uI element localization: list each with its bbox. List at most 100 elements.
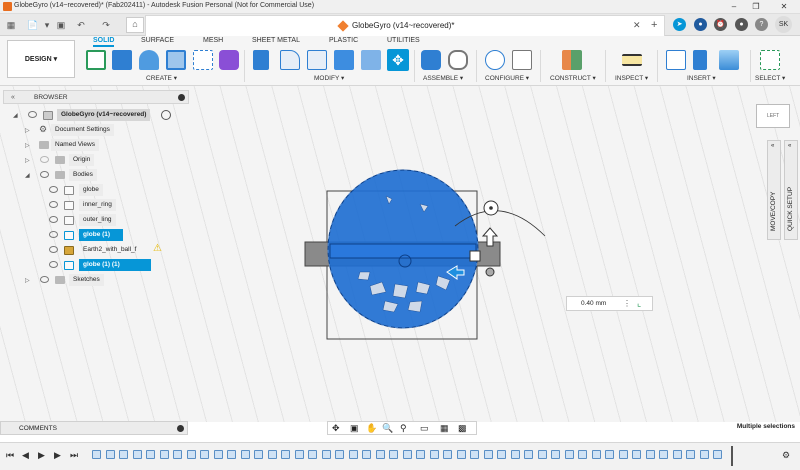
timeline-feature-icon[interactable] — [119, 450, 128, 459]
tree-item-label[interactable]: Bodies — [69, 169, 97, 181]
expand-panel-icon[interactable]: « — [788, 143, 791, 149]
play-icon[interactable]: ▶ — [38, 450, 45, 461]
new-component-icon[interactable] — [421, 50, 441, 70]
browser-options-icon[interactable] — [178, 94, 185, 101]
save-icon[interactable]: ▣ — [54, 19, 68, 31]
activate-radio-icon[interactable] — [161, 110, 171, 120]
restore-button[interactable]: ❐ — [746, 1, 766, 13]
insert-mcmaster-icon[interactable] — [693, 50, 707, 70]
insert-group-label[interactable]: INSERT ▾ — [687, 74, 716, 82]
tree-item-label[interactable]: globe (1) (1) — [79, 259, 151, 271]
tab-solid[interactable]: SOLID — [93, 37, 115, 47]
timeline-feature-icon[interactable] — [537, 450, 547, 459]
hidden-eye-icon[interactable] — [40, 156, 49, 163]
file-icon[interactable]: 📄 — [26, 19, 40, 31]
visibility-eye-icon[interactable] — [40, 171, 49, 178]
shell-icon[interactable] — [334, 50, 354, 70]
timeline-feature-icon[interactable] — [348, 450, 358, 459]
tab-sheet-metal[interactable]: SHEET METAL — [252, 37, 300, 44]
timeline-feature-icon[interactable] — [362, 450, 371, 459]
workspace-switcher[interactable]: DESIGN ▾ — [7, 40, 75, 78]
tree-root[interactable]: ◢ GlobeGyro (v14~recovered) — [13, 109, 189, 122]
new-tab-icon[interactable]: + — [651, 19, 657, 31]
timeline-feature-icon[interactable] — [146, 450, 155, 459]
home-icon[interactable]: ⌂ — [126, 17, 144, 33]
construct-group-label[interactable]: CONSTRUCT ▾ — [550, 74, 596, 82]
add-comment-icon[interactable] — [177, 425, 184, 432]
minimize-button[interactable]: – — [724, 1, 744, 13]
timeline-feature-icon[interactable] — [227, 450, 236, 459]
chamfer-icon[interactable] — [307, 50, 327, 70]
timeline-feature-icon[interactable] — [173, 450, 182, 459]
tab-plastic[interactable]: PLASTIC — [329, 37, 358, 44]
free-move-handle[interactable] — [485, 267, 495, 277]
document-tab[interactable]: GlobeGyro (v14~recovered)* ✕ + — [145, 15, 665, 36]
timeline-feature-icon[interactable] — [564, 450, 574, 459]
timeline-feature-icon[interactable] — [105, 450, 115, 459]
measure-icon[interactable] — [622, 54, 642, 66]
timeline-feature-icon[interactable] — [254, 450, 263, 459]
timeline-feature-icon[interactable] — [200, 450, 209, 459]
timeline-feature-icon[interactable] — [92, 450, 101, 459]
configure-group-label[interactable]: CONFIGURE ▾ — [485, 74, 529, 82]
timeline-feature-icon[interactable] — [132, 450, 142, 459]
axis-orientation-icon[interactable]: ⌞ — [637, 298, 641, 309]
tree-item-document-settings[interactable]: ▷ ⚙ Document Settings — [25, 124, 185, 137]
step-back-icon[interactable]: ◀ — [22, 450, 29, 461]
visibility-eye-icon[interactable] — [40, 276, 49, 283]
fit-icon[interactable]: ⚲ — [400, 423, 407, 434]
tree-item-label[interactable]: globe (1) — [79, 229, 123, 241]
tab-utilities[interactable]: UTILITIES — [387, 37, 420, 44]
revolve-icon[interactable] — [139, 50, 159, 70]
timeline-marker[interactable] — [731, 446, 733, 466]
insert-canvas-icon[interactable] — [719, 50, 739, 70]
tree-item-label[interactable]: inner_ring — [79, 199, 116, 211]
tree-item-label[interactable]: Sketches — [69, 274, 104, 286]
create-group-label[interactable]: CREATE ▾ — [146, 74, 177, 82]
undo-icon[interactable]: ↶ — [74, 19, 88, 31]
timeline-feature-icon[interactable] — [429, 450, 439, 459]
display-settings-icon[interactable]: ▭ — [420, 423, 429, 434]
tree-item-label[interactable]: Origin — [69, 154, 95, 166]
timeline-feature-icon[interactable] — [443, 450, 452, 459]
more-options-icon[interactable]: ⋮ — [623, 299, 631, 308]
tab-surface[interactable]: SURFACE — [141, 37, 174, 44]
configure-icon[interactable] — [485, 50, 505, 70]
visibility-eye-icon[interactable] — [49, 216, 58, 223]
profile-icon[interactable]: ● — [735, 18, 748, 31]
viewcube[interactable]: LEFT — [756, 104, 790, 128]
timeline-feature-icon[interactable] — [686, 450, 695, 459]
tree-item-label[interactable]: Earth2_with_ball_f — [79, 244, 140, 256]
timeline-feature-icon[interactable] — [645, 450, 655, 459]
timeline-feature-icon[interactable] — [483, 450, 493, 459]
go-to-start-icon[interactable]: ⏮ — [6, 450, 14, 461]
timeline-feature-icon[interactable] — [240, 450, 250, 459]
timeline-feature-icon[interactable] — [632, 450, 641, 459]
expand-arrow-icon[interactable]: ▷ — [25, 127, 30, 134]
timeline-settings-icon[interactable]: ⚙ — [782, 450, 790, 461]
tree-item-label[interactable]: globe — [79, 184, 103, 196]
tree-item-body[interactable]: outer_ling — [49, 214, 185, 227]
comments-panel[interactable]: COMMENTS — [0, 421, 188, 435]
timeline-feature-icon[interactable] — [497, 450, 506, 459]
distance-value[interactable]: 0.40 mm — [581, 300, 606, 307]
expand-panel-icon[interactable]: « — [771, 143, 774, 149]
combine-icon[interactable] — [361, 50, 381, 70]
tree-item-named-views[interactable]: ▷ Named Views — [25, 139, 185, 152]
timeline-feature-icon[interactable] — [713, 450, 722, 459]
timeline-feature-icon[interactable] — [524, 450, 533, 459]
quick-setup-panel[interactable]: « QUICK SETUP — [784, 140, 798, 240]
tree-item-body[interactable]: inner_ring — [49, 199, 185, 212]
timeline-feature-icon[interactable] — [672, 450, 682, 459]
tree-item-sketches[interactable]: ▷ Sketches — [25, 274, 185, 287]
collapse-browser-icon[interactable]: « — [6, 92, 20, 104]
extensions-icon[interactable]: ● — [694, 18, 707, 31]
create-sketch-icon[interactable] — [86, 50, 106, 70]
redo-icon[interactable]: ↷ — [99, 19, 113, 31]
timeline-feature-icon[interactable] — [159, 450, 169, 459]
orbit-icon[interactable]: ✥ — [332, 423, 340, 434]
tree-item-body-selected[interactable]: globe (1) (1) — [49, 259, 185, 272]
timeline-feature-icon[interactable] — [267, 450, 277, 459]
assemble-group-label[interactable]: ASSEMBLE ▾ — [423, 74, 463, 82]
pattern-icon[interactable] — [193, 50, 213, 70]
